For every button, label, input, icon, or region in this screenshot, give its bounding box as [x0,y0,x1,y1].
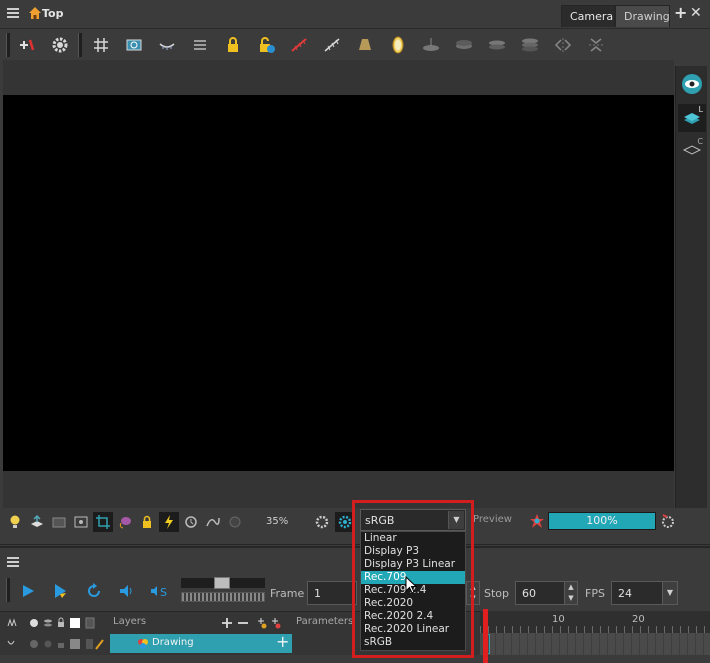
safe-area-icon[interactable] [123,34,145,56]
stop-field[interactable]: 60 [515,581,565,605]
view-side-strip: L C [675,66,707,508]
toolbar-grip[interactable] [6,33,10,57]
toolbar-separator [78,33,82,57]
loop-icon[interactable] [82,581,106,601]
close-view-icon[interactable]: ✕ [690,6,702,20]
lock-icon[interactable] [222,34,244,56]
layer-header-toggles-icon[interactable] [6,617,106,629]
eye-icon[interactable] [678,70,706,98]
zoom-level[interactable]: 35% [266,516,288,527]
rotate-view-icon[interactable] [181,512,201,532]
frame-label: Frame [270,587,305,600]
stitch-icon[interactable] [321,34,343,56]
spotlight-icon[interactable] [354,34,376,56]
top-view-panel: Top Camera Drawing + ✕ L C 35% sRGB ▼ Pr… [0,0,710,545]
play-icon[interactable] [16,581,40,601]
layer-name: Drawing [152,637,194,648]
lightbulb-icon[interactable] [5,512,25,532]
lightning-icon[interactable] [159,512,179,532]
view-menu-icon[interactable] [7,8,19,18]
layer-stack-icon-3[interactable] [486,34,508,56]
reset-view-icon[interactable] [16,34,38,56]
canvas-border-top [3,60,674,95]
tab-camera[interactable]: Camera [561,5,615,27]
sound-scrub-icon[interactable]: S [148,581,172,601]
onion-skin-icon[interactable] [156,34,178,56]
red-stitch-icon[interactable] [288,34,310,56]
svg-text:S: S [160,586,167,599]
preview-progress-bar: 100% [548,512,656,530]
parameters-column-label: Parameters [296,616,354,627]
drawing-layer-icon [138,639,148,649]
fps-value: 24 [618,587,632,600]
line-art-label: L [698,105,703,114]
stop-label: Stop [484,587,510,600]
frame-ruler[interactable]: 10 20 [480,611,710,633]
ruler-number-10: 10 [552,614,565,625]
layer-up-icon[interactable] [27,512,47,532]
line-art-layer-button[interactable]: L [678,104,706,132]
layer-stack-icon-4[interactable] [519,34,541,56]
home-icon [29,7,41,19]
stop-value: 60 [522,587,536,600]
sound-icon[interactable] [115,581,139,601]
fps-field[interactable]: 24 [611,581,663,605]
add-layer-plus-icon[interactable]: + [276,633,290,651]
view-title: Top [42,7,64,20]
canvas-border-bottom [3,471,674,508]
fps-label: FPS [585,587,605,600]
tab-drawing[interactable]: Drawing [615,5,670,27]
flip-horizontal-icon[interactable] [552,34,574,56]
view-toolbar [0,28,710,60]
mirror-icon[interactable] [387,34,409,56]
render-settings-icon[interactable] [312,512,332,532]
onion-skin-ruler[interactable] [181,592,265,602]
preview-settings-icon[interactable] [660,512,676,530]
camera-mask-icon[interactable] [49,512,69,532]
fps-chevron-down-icon[interactable]: ▼ [662,581,678,605]
layer-row-toggles[interactable] [6,638,106,650]
playback-toolbar-grip[interactable] [6,578,10,602]
ruler-ticks [480,626,710,633]
layers-column-label: Layers [113,616,147,627]
timeline-menu-icon[interactable] [7,557,19,567]
onion-skin-slider-handle[interactable] [214,577,230,589]
ruler-number-20: 20 [632,614,645,625]
render-preview-icon[interactable] [528,512,546,530]
play-selection-icon[interactable] [49,581,73,601]
lock-small-icon[interactable] [137,512,157,532]
frame-field[interactable]: 1 [307,581,357,605]
gear-icon[interactable] [49,34,71,56]
zoom-reset-icon[interactable] [225,512,245,532]
layer-actions-icons[interactable] [220,616,290,630]
light-table-icon[interactable] [189,34,211,56]
frame-value: 1 [314,587,321,600]
unlock-icon[interactable] [255,34,277,56]
camera-canvas[interactable] [3,95,674,471]
color-art-label: C [697,137,703,146]
grid-icon[interactable] [90,34,112,56]
preview-label: Preview [473,514,512,525]
stop-spin-arrows[interactable]: ▲ ▼ [564,581,578,605]
mouse-cursor-icon [405,576,418,594]
flip-vertical-icon[interactable] [585,34,607,56]
add-tab-icon[interactable]: + [674,5,687,21]
frame-cells[interactable] [480,633,710,655]
layer-stack-icon-1[interactable] [420,34,442,56]
lasso-icon[interactable] [115,512,135,532]
playhead[interactable] [483,609,488,663]
frame-icon[interactable] [71,512,91,532]
morph-icon[interactable] [203,512,223,532]
layer-stack-icon-2[interactable] [453,34,475,56]
view-title-bar: Top Camera Drawing + ✕ [0,0,710,28]
crop-tool-icon[interactable] [93,512,113,532]
preview-progress-label: 100% [586,514,618,527]
color-art-layer-button[interactable]: C [678,136,706,164]
